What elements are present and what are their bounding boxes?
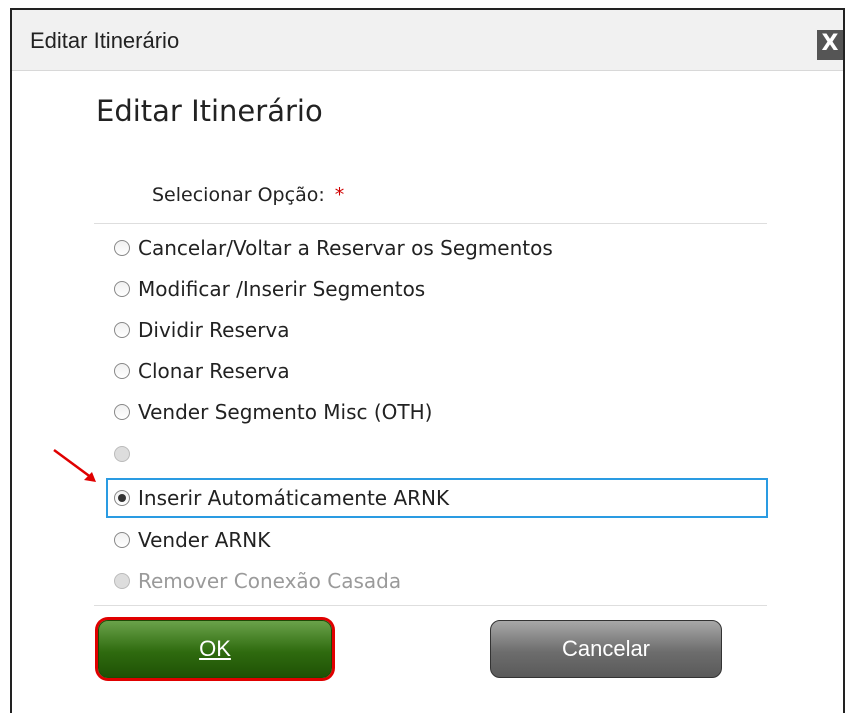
radio-button[interactable] [114,532,130,548]
option-label: Cancelar/Voltar a Reservar os Segmentos [138,236,553,260]
select-option-text: Selecionar Opção: [152,184,325,206]
ok-button[interactable]: OK [98,620,332,678]
divider-top [94,223,767,224]
radio-button[interactable] [114,363,130,379]
cancel-button[interactable]: Cancelar [490,620,722,678]
option-sell-misc-segment[interactable]: Vender Segmento Misc (OTH) [110,396,432,428]
option-cancel-rebook[interactable]: Cancelar/Voltar a Reservar os Segmentos [110,232,553,264]
close-icon[interactable]: X [817,30,843,60]
radio-button-disabled [114,446,130,462]
red-arrow-icon [53,448,96,482]
radio-button[interactable] [114,404,130,420]
title-bar: Editar Itinerário X [12,10,843,71]
radio-button[interactable] [114,322,130,338]
dialog-window: Editar Itinerário X Editar Itinerário Se… [10,8,845,713]
option-auto-insert-arnk[interactable]: Inserir Automáticamente ARNK [110,482,449,514]
option-empty-disabled [110,438,138,470]
option-clone-booking[interactable]: Clonar Reserva [110,355,290,387]
option-remove-married-connection: Remover Conexão Casada [110,565,401,597]
option-label: Vender Segmento Misc (OTH) [138,400,433,424]
option-divide-booking[interactable]: Dividir Reserva [110,314,290,346]
option-label: Modificar /Inserir Segmentos [138,277,426,301]
window-title: Editar Itinerário [30,28,180,53]
option-label: Clonar Reserva [138,359,290,383]
select-option-label: Selecionar Opção: * [152,184,344,206]
required-asterisk: * [334,184,345,206]
option-label: Vender ARNK [138,528,271,552]
radio-button-disabled [114,573,130,589]
option-label: Inserir Automáticamente ARNK [138,486,450,510]
ok-button-label: OK [199,636,231,661]
option-sell-arnk[interactable]: Vender ARNK [110,524,270,556]
radio-button[interactable] [114,240,130,256]
radio-button-checked[interactable] [114,490,130,506]
option-modify-insert[interactable]: Modificar /Inserir Segmentos [110,273,425,305]
option-label: Remover Conexão Casada [138,569,402,593]
cancel-button-label: Cancelar [561,636,651,661]
radio-button[interactable] [114,281,130,297]
divider-bottom [94,605,767,606]
option-label: Dividir Reserva [138,318,290,342]
dialog-heading: Editar Itinerário [96,94,323,128]
